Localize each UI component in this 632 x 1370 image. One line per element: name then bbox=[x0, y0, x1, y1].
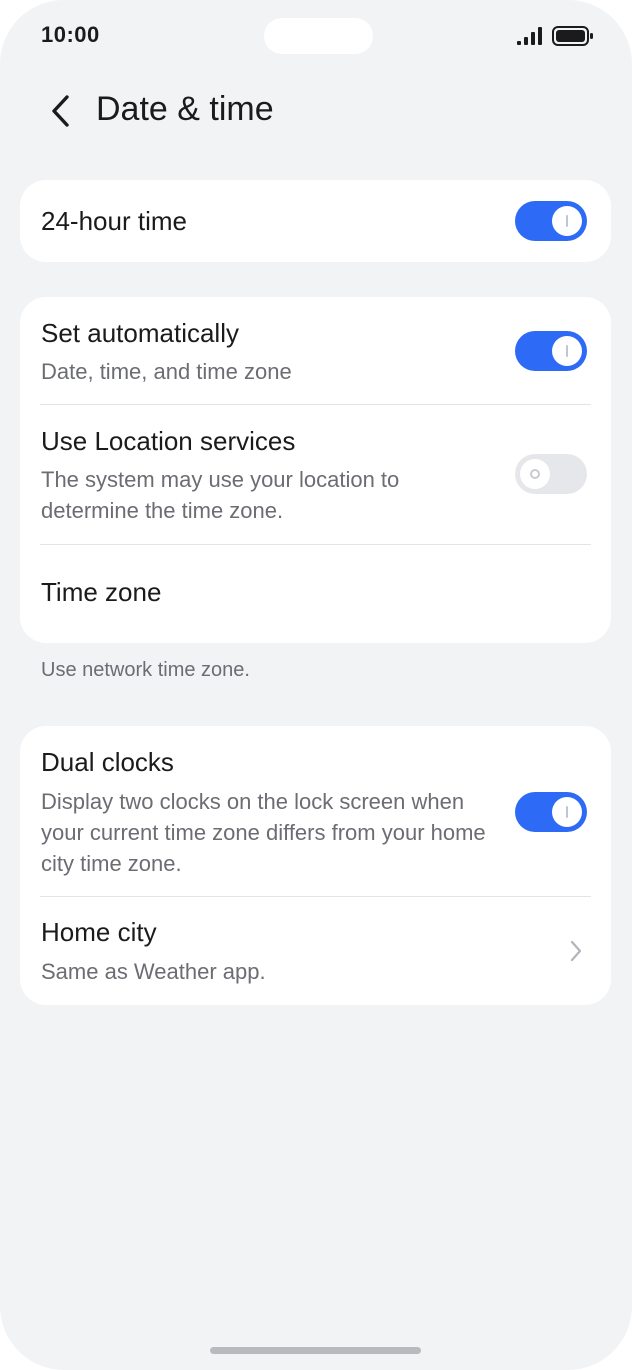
toggle-24-hour-time[interactable] bbox=[515, 201, 587, 241]
page-title: Date & time bbox=[96, 90, 274, 128]
toggle-mark bbox=[566, 215, 568, 227]
row-set-automatically[interactable]: Set automatically Date, time, and time z… bbox=[20, 297, 611, 404]
card-dual-clocks: Dual clocks Display two clocks on the lo… bbox=[20, 726, 611, 1005]
time-zone-note: Use network time zone. bbox=[41, 659, 250, 681]
row-home-city[interactable]: Home city Same as Weather app. bbox=[20, 897, 611, 1005]
toggle-knob bbox=[552, 336, 582, 366]
status-time: 10:00 bbox=[41, 22, 100, 47]
row-title: Use Location services bbox=[41, 426, 296, 456]
toggle-mark bbox=[566, 806, 568, 818]
toggle-mark bbox=[530, 469, 540, 479]
row-subtitle: The system may use your location to dete… bbox=[41, 467, 400, 523]
row-title: Set automatically bbox=[41, 318, 239, 348]
phone-screen: 10:00 Date & time 24-hour time Set autom… bbox=[0, 0, 632, 1370]
row-use-location-services[interactable]: Use Location services The system may use… bbox=[20, 405, 611, 544]
row-title: Dual clocks bbox=[41, 747, 174, 777]
toggle-dual-clocks[interactable] bbox=[515, 792, 587, 832]
back-arrow-icon[interactable] bbox=[44, 94, 78, 128]
row-title: Time zone bbox=[41, 577, 162, 607]
row-time-zone[interactable]: Time zone bbox=[20, 545, 611, 643]
row-subtitle: Display two clocks on the lock screen wh… bbox=[41, 789, 486, 876]
row-dual-clocks[interactable]: Dual clocks Display two clocks on the lo… bbox=[20, 726, 611, 896]
chevron-right-icon bbox=[570, 940, 582, 962]
row-title: 24-hour time bbox=[41, 206, 187, 236]
row-subtitle: Same as Weather app. bbox=[41, 959, 266, 984]
row-24-hour-time[interactable]: 24-hour time bbox=[20, 180, 611, 262]
card-24-hour-time: 24-hour time bbox=[20, 180, 611, 262]
row-subtitle: Date, time, and time zone bbox=[41, 359, 292, 384]
signal-icon bbox=[517, 27, 542, 45]
battery-icon bbox=[552, 26, 593, 46]
card-automatic-time: Set automatically Date, time, and time z… bbox=[20, 297, 611, 643]
toggle-knob bbox=[552, 206, 582, 236]
home-indicator[interactable] bbox=[210, 1347, 421, 1354]
toggle-knob bbox=[552, 797, 582, 827]
toggle-use-location-services[interactable] bbox=[515, 454, 587, 494]
toggle-set-automatically[interactable] bbox=[515, 331, 587, 371]
toggle-mark bbox=[566, 345, 568, 357]
toggle-knob bbox=[520, 459, 550, 489]
header: Date & time bbox=[0, 80, 632, 144]
status-bar: 10:00 bbox=[0, 0, 632, 72]
dynamic-island bbox=[264, 18, 373, 54]
row-title: Home city bbox=[41, 917, 157, 947]
